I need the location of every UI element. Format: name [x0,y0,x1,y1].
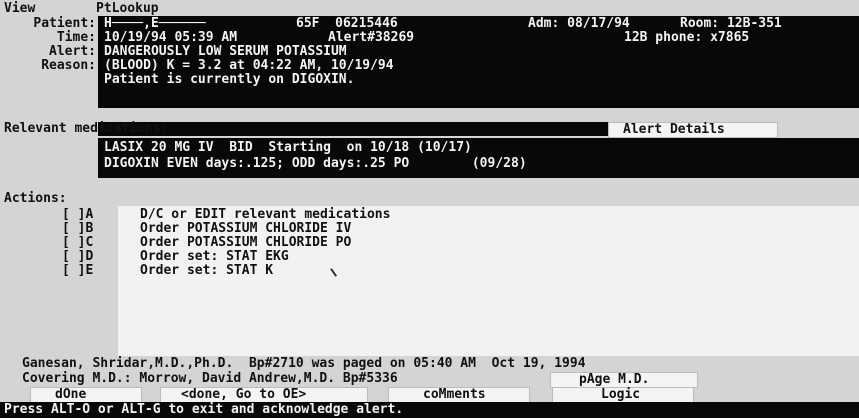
done-label: dOne [55,387,87,402]
status-message: Press ALT-O or ALT-G to exit and acknowl… [4,402,404,417]
status-bar: Press ALT-O or ALT-G to exit and acknowl… [0,402,859,418]
medications-label-bar [98,122,608,136]
menu-view[interactable]: View [4,2,35,16]
menu-ptlookup[interactable]: PtLookup [96,2,159,16]
alert-details-button[interactable]: Alert Details [608,122,778,138]
actions-label: Actions: [4,191,67,206]
action-item-e[interactable]: Order set: STAT K [140,264,273,278]
patient-demographics: 65F 06215446 [296,16,398,31]
action-item-d[interactable]: Order set: STAT EKG [140,250,289,264]
action-item-b[interactable]: Order POTASSIUM CHLORIDE IV [140,222,351,236]
done-go-to-oe-button[interactable]: <done, Go to OE> [160,387,368,403]
covering-physician-line: Covering M.D.: Morrow, David Andrew,M.D.… [22,371,398,386]
done-button[interactable]: dOne [30,387,142,403]
paged-physician-line: Ganesan, Shridar,M.D.,Ph.D. Bp#2710 was … [22,356,586,371]
alert-description: DANGEROUSLY LOW SERUM POTASSIUM [104,44,347,59]
reason-label: Reason: [41,58,96,73]
alert-number: Alert#38269 [328,30,415,45]
alert-details-label: Alert Details [623,122,725,137]
patient-label: Patient: [33,16,96,31]
page-md-label: pAge M.D. [579,372,650,387]
reason-line-1: (BLOOD) K = 3.2 at 04:22 AM, 10/19/94 [104,58,394,73]
page-md-button[interactable]: pAge M.D. [550,372,698,388]
unit-phone: 12B phone: x7865 [624,30,750,45]
action-item-c[interactable]: Order POTASSIUM CHLORIDE PO [140,236,351,250]
action-checkbox-a[interactable]: [ ]A [62,208,93,222]
medications-label: Relevant medications: [4,121,169,136]
action-item-a[interactable]: D/C or EDIT relevant medications [140,208,390,222]
alert-time: 10/19/94 05:39 AM [104,30,238,45]
comments-label: coMments [423,387,486,402]
medication-line-1: LASIX 20 MG IV BID Starting on 10/18 (10… [104,140,472,155]
action-checkbox-e[interactable]: [ ]E [62,264,93,278]
room-number: Room: 12B-351 [680,16,782,31]
logic-button[interactable]: Logic [552,387,694,403]
done-go-to-oe-label: <done, Go to OE> [181,387,307,402]
admission-date: Adm: 08/17/94 [528,16,630,31]
time-label: Time: [56,30,96,45]
reason-line-2: Patient is currently on DIGOXIN. [104,72,355,87]
comments-button[interactable]: coMments [388,387,530,403]
patient-name: H────,E────── [104,16,206,31]
action-checkbox-d[interactable]: [ ]D [62,250,93,264]
action-checkbox-b[interactable]: [ ]B [62,222,93,236]
logic-label: Logic [601,387,641,402]
medication-line-2: DIGOXIN EVEN days:.125; ODD days:.25 PO … [104,156,527,171]
action-checkbox-c[interactable]: [ ]C [62,236,93,250]
alert-label: Alert: [49,44,96,59]
